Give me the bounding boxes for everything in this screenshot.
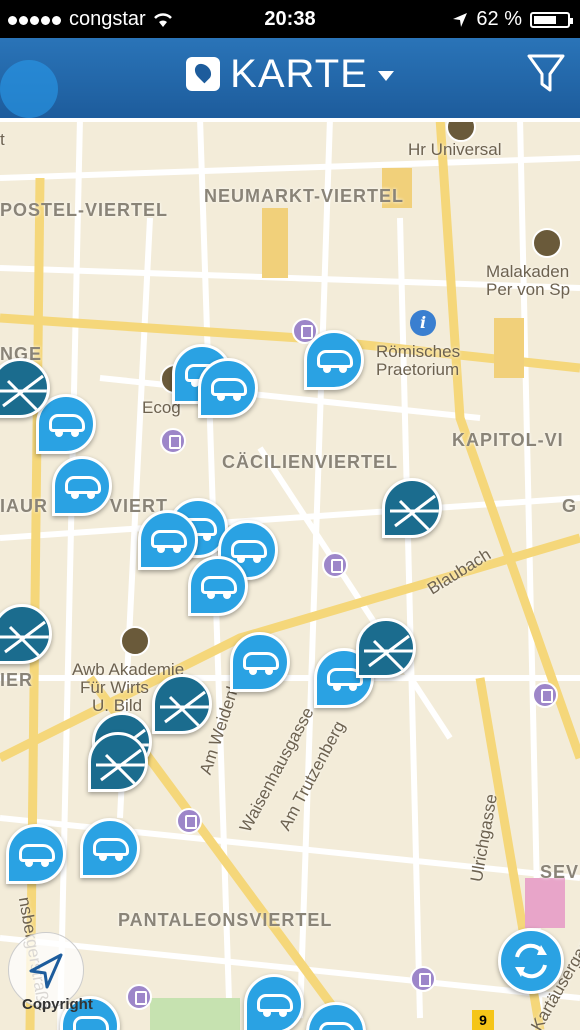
- refresh-button[interactable]: [498, 928, 564, 994]
- filter-icon[interactable]: [526, 52, 566, 94]
- map-mode-dropdown[interactable]: KARTE: [0, 52, 580, 97]
- car-pin[interactable]: [304, 330, 364, 390]
- battery-icon: [530, 11, 573, 28]
- route-shield: 9: [472, 1010, 494, 1030]
- zone-pin[interactable]: [382, 478, 442, 538]
- page-title: KARTE: [230, 52, 368, 96]
- nav-bar: KARTE: [0, 38, 580, 118]
- district-label: G: [562, 496, 578, 516]
- district-label: IER: [0, 670, 34, 690]
- location-arrow-icon: [453, 12, 468, 27]
- poi-label: Praetorium: [376, 360, 460, 379]
- district-label: NEUMARKT-VIERTEL: [204, 186, 404, 206]
- zone-pin[interactable]: [88, 732, 148, 792]
- tram-stop-icon[interactable]: [176, 808, 202, 834]
- poi-label: Malakaden: [486, 262, 570, 281]
- tram-stop-icon[interactable]: [532, 682, 558, 708]
- car-pin[interactable]: [198, 358, 258, 418]
- zone-pin[interactable]: [356, 618, 416, 678]
- chevron-down-icon: [377, 71, 394, 81]
- tram-stop-icon[interactable]: [160, 428, 186, 454]
- copyright-link[interactable]: Copyright: [22, 996, 93, 1013]
- header-divider: [0, 118, 580, 122]
- battery-percent: 62 %: [476, 8, 522, 30]
- street-map: [0, 118, 580, 1030]
- car-pin[interactable]: [230, 632, 290, 692]
- tram-stop-icon[interactable]: [322, 552, 348, 578]
- district-label: POSTEL-VIERTEL: [0, 200, 169, 220]
- car-pin[interactable]: [6, 824, 66, 884]
- refresh-icon: [515, 943, 547, 979]
- car-pin[interactable]: [244, 974, 304, 1030]
- poi-label: Römisches: [376, 342, 461, 361]
- district-label: PANTALEONSVIERTEL: [118, 910, 333, 930]
- info-icon[interactable]: i: [410, 310, 436, 336]
- graduation-cap-icon[interactable]: [532, 228, 562, 258]
- district-label: KAPITOL-VI: [452, 430, 564, 450]
- poi-label: Für Wirts: [80, 678, 149, 697]
- car-pin[interactable]: [138, 510, 198, 570]
- district-label: CÄCILIENVIERTEL: [222, 452, 399, 472]
- district-label: SEV: [540, 862, 580, 882]
- map-icon: [186, 57, 221, 91]
- car-pin[interactable]: [188, 556, 248, 616]
- car-pin[interactable]: [80, 818, 140, 878]
- tram-stop-icon[interactable]: [126, 984, 152, 1010]
- district-label: IAUR: [0, 496, 48, 516]
- car-pin[interactable]: [52, 456, 112, 516]
- map-view[interactable]: POSTEL-VIERTEL NEUMARKT-VIERTEL CÄCILIEN…: [0, 118, 580, 1030]
- status-bar: congstar 20:38 62 %: [0, 0, 580, 38]
- poi-label: t: [0, 130, 5, 149]
- poi-label: Per von Sp: [486, 280, 571, 299]
- graduation-cap-icon[interactable]: [120, 626, 150, 656]
- zone-pin[interactable]: [152, 674, 212, 734]
- poi-label: Hr Universal: [408, 140, 502, 159]
- tram-stop-icon[interactable]: [410, 966, 436, 992]
